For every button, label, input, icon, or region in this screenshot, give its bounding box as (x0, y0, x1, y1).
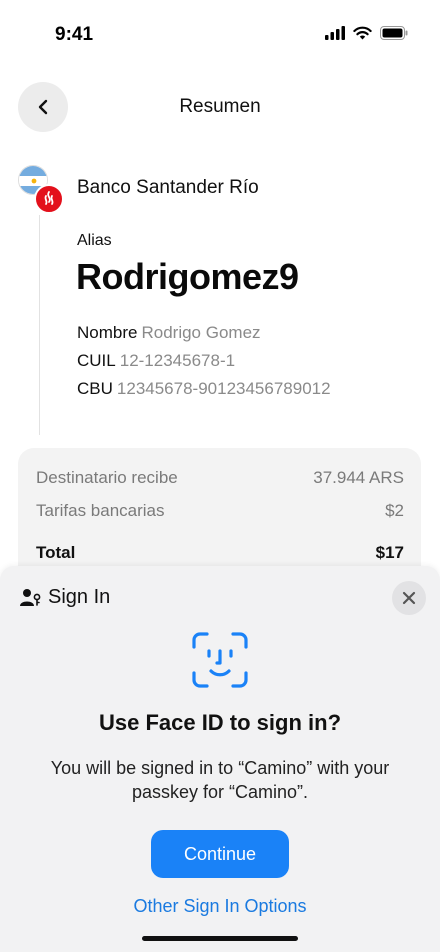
recipient-cbu-row: CBU 12345678-90123456789012 (77, 379, 331, 399)
status-bar: 9:41 (0, 0, 440, 70)
battery-icon (380, 26, 408, 40)
santander-logo-icon (34, 184, 64, 214)
bank-name: Banco Santander Río (77, 177, 259, 198)
close-icon (402, 591, 416, 605)
summary-amount: $2 (385, 501, 404, 520)
name-value: Rodrigo Gomez (141, 323, 261, 342)
cellular-signal-icon (325, 26, 345, 40)
sign-in-sheet: Sign In Use Face ID to sign in? You will… (0, 566, 440, 952)
recipient-cuil-row: CUIL 12-12345678-1 (77, 351, 235, 371)
continue-button[interactable]: Continue (151, 830, 289, 878)
sheet-title: Sign In (48, 586, 111, 608)
sheet-heading: Use Face ID to sign in? (98, 710, 342, 735)
cuil-value: 12-12345678-1 (119, 351, 236, 370)
timeline-divider (39, 215, 40, 435)
sheet-message: You will be signed in to “Camino” with y… (50, 758, 390, 802)
page-title: Resumen (179, 96, 261, 117)
close-button[interactable] (392, 581, 426, 615)
alias-value: Rodrigomez9 (76, 256, 299, 297)
status-time: 9:41 (55, 24, 94, 45)
summary-amount: 37.944 ARS (313, 468, 404, 487)
summary-label: Tarifas bancarias (36, 501, 165, 520)
cuil-label: CUIL (77, 351, 116, 370)
sheet-title-row: Sign In (20, 586, 110, 609)
wifi-icon (353, 26, 372, 40)
name-label: Nombre (77, 323, 138, 342)
cbu-label: CBU (77, 379, 113, 398)
alias-label: Alias (77, 232, 112, 249)
summary-label: Destinatario recibe (36, 468, 178, 487)
summary-row-total: Total $17 (36, 543, 404, 563)
total-label: Total (36, 543, 76, 562)
total-amount: $17 (375, 543, 404, 562)
home-indicator (142, 936, 298, 941)
person-key-icon (20, 588, 41, 606)
bank-row: Banco Santander Río (18, 165, 418, 215)
status-icons (325, 26, 408, 40)
header: Resumen (0, 82, 440, 132)
other-sign-in-options-link[interactable]: Other Sign In Options (0, 896, 440, 917)
cbu-value: 12345678-90123456789012 (116, 379, 331, 398)
face-id-icon (192, 632, 248, 688)
recipient-name-row: Nombre Rodrigo Gomez (77, 323, 261, 343)
summary-row-recipient-receives: Destinatario recibe 37.944 ARS (36, 468, 404, 488)
summary-row-bank-fees: Tarifas bancarias $2 (36, 501, 404, 521)
